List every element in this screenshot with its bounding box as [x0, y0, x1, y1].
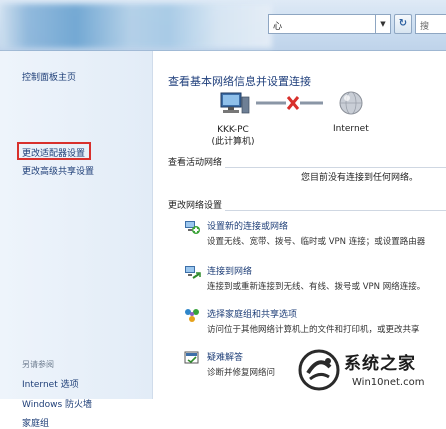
search-input[interactable]: 搜	[415, 14, 446, 34]
network-map	[220, 91, 363, 115]
task-link-homegroup[interactable]: 选择家庭组和共享选项	[207, 307, 297, 320]
troubleshoot-icon[interactable]	[183, 349, 201, 367]
task-desc-setup-connection: 设置无线、宽带、拨号、临时或 VPN 连接；或设置路由器	[207, 237, 426, 247]
address-dropdown-button[interactable]: ▼	[375, 14, 391, 34]
computer-icon[interactable]	[220, 92, 250, 114]
task-desc-connect-network: 连接到或重新连接到无线、有线、拨号或 VPN 网络连接。	[207, 282, 426, 292]
refresh-button[interactable]: ↻	[394, 14, 412, 34]
see-also-homegroup[interactable]: 家庭组	[22, 416, 49, 429]
connect-network-icon[interactable]	[183, 263, 201, 281]
new-connection-icon[interactable]	[183, 218, 201, 236]
see-also-internet-options[interactable]: Internet 选项	[22, 377, 79, 390]
task-link-setup-connection[interactable]: 设置新的连接或网络	[207, 219, 288, 232]
network-status-text: 您目前没有连接到任何网络。	[301, 173, 419, 183]
computer-name: KKK-PC	[217, 125, 249, 135]
sidebar-item-control-panel-home[interactable]: 控制面板主页	[22, 70, 76, 83]
watermark-brand: 系统之家	[344, 354, 416, 374]
blurred-breadcrumb-area	[0, 4, 272, 48]
watermark: 系统之家 Win10net.com	[290, 343, 446, 399]
homegroup-icon[interactable]	[183, 306, 201, 324]
computer-sub-label: (此计算机)	[211, 137, 255, 147]
refresh-icon: ↻	[398, 18, 408, 29]
active-networks-heading: 查看活动网络	[168, 158, 223, 168]
site-logo-icon	[298, 349, 340, 391]
internet-label: Internet	[333, 124, 369, 134]
change-settings-divider	[225, 210, 446, 211]
address-toolbar: 心 ▼ ↻ 搜	[0, 0, 446, 51]
chevron-down-icon: ▼	[380, 20, 386, 28]
page-title: 查看基本网络信息并设置连接	[168, 75, 311, 88]
task-desc-troubleshoot: 诊断并修复网络问	[207, 368, 276, 378]
active-networks-divider	[225, 167, 446, 168]
computer-label: KKK-PC (此计算机)	[211, 124, 255, 148]
change-settings-heading: 更改网络设置	[168, 201, 223, 211]
left-nav-pane: 控制面板主页 更改适配器设置 更改高级共享设置 另请参阅 Internet 选项…	[0, 51, 153, 429]
globe-icon[interactable]	[339, 91, 363, 115]
watermark-url: Win10net.com	[352, 377, 425, 388]
search-placeholder: 搜	[420, 22, 430, 32]
task-link-troubleshoot[interactable]: 疑难解答	[207, 350, 243, 363]
address-input[interactable]: 心	[268, 14, 376, 34]
see-also-heading: 另请参阅	[22, 360, 54, 369]
task-link-connect-network[interactable]: 连接到网络	[207, 264, 252, 277]
sidebar-item-advanced-sharing[interactable]: 更改高级共享设置	[22, 164, 94, 177]
address-path-text: 心	[273, 22, 283, 32]
sidebar-item-change-adapter-settings[interactable]: 更改适配器设置	[22, 146, 85, 159]
task-desc-homegroup: 访问位于其他网络计算机上的文件和打印机，或更改共享	[207, 325, 420, 335]
error-x-icon[interactable]	[286, 96, 300, 110]
